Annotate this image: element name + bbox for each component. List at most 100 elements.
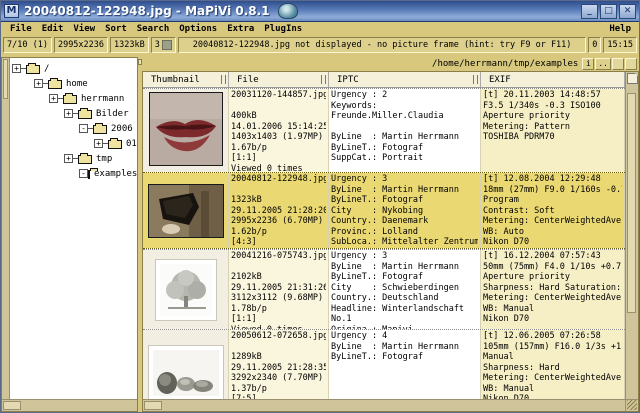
column-header-iptc[interactable]: IPTC bbox=[329, 72, 481, 87]
file-bpp: 1.37b/p bbox=[231, 383, 267, 394]
tree-expander-icon[interactable]: + bbox=[64, 109, 73, 118]
resize-grip-icon[interactable] bbox=[626, 399, 638, 411]
file-size: 400kB bbox=[231, 111, 257, 121]
picture-position-indicator: 7/10 (1) bbox=[3, 37, 52, 53]
exif-cell: [t] 12.06.2005 07:26:58 105mm (157mm) F1… bbox=[481, 330, 625, 399]
menu-plugins[interactable]: PlugIns bbox=[259, 24, 307, 34]
status-toolbar: 7/10 (1) 2995x2236 1323kB 3 20040812-122… bbox=[1, 35, 639, 57]
file-dimensions: 2995x2236 (6.70MP) bbox=[231, 216, 324, 226]
tree-item-2006[interactable]: - 2006 bbox=[10, 121, 137, 136]
menu-view[interactable]: View bbox=[68, 24, 100, 34]
tree-item-01[interactable]: + 01 bbox=[10, 136, 137, 151]
table-row[interactable]: 20031120-144857.jpg 400kB 14.01.2006 15:… bbox=[143, 88, 625, 172]
table-vertical-scrollbar[interactable] bbox=[625, 72, 638, 411]
thumbnail-winter-tree-photo[interactable] bbox=[154, 259, 217, 321]
iptc-cell: Urgency : 4 ByLine : Martin Herrmann ByL… bbox=[329, 330, 481, 399]
info-button[interactable]: i bbox=[582, 58, 595, 70]
iptc-cell: Urgency : 3 ByLine : Martin Herrmann ByL… bbox=[329, 250, 481, 329]
maximize-button[interactable]: □ bbox=[600, 3, 617, 19]
column-resize-grip[interactable] bbox=[321, 75, 326, 84]
path-extra-button[interactable] bbox=[625, 58, 637, 70]
main-area: + / + home + herrmann + Bilder - 2006 + … bbox=[1, 57, 639, 412]
thumb-count-value: 3 bbox=[154, 40, 160, 50]
color-swatch-icon[interactable] bbox=[161, 40, 172, 50]
thumbnail-cell[interactable] bbox=[143, 250, 229, 329]
file-name: 20050612-072658.jpg bbox=[231, 331, 326, 341]
file-name: 20031120-144857.jpg bbox=[231, 90, 326, 100]
column-resize-grip[interactable] bbox=[221, 75, 226, 84]
table-horizontal-scrollbar[interactable] bbox=[143, 399, 625, 411]
tree-item-tmp[interactable]: + tmp bbox=[10, 151, 137, 166]
column-resize-grip[interactable] bbox=[473, 75, 478, 84]
mapivi-window: M 20040812-122948.jpg - MaPiVi 0.8.1 _ □… bbox=[0, 0, 640, 413]
folder-icon bbox=[78, 108, 92, 119]
minimize-button[interactable]: _ bbox=[581, 3, 598, 19]
tree-item-home[interactable]: + home bbox=[10, 76, 137, 91]
file-dimensions: 3292x2340 (7.70MP) bbox=[231, 373, 324, 383]
tree-expander-icon[interactable]: - bbox=[79, 124, 88, 133]
exif-cell: [t] 16.12.2004 07:57:43 50mm (75mm) F4.0… bbox=[481, 250, 625, 329]
menu-help[interactable]: Help bbox=[605, 24, 635, 34]
file-info-cell: 20041216-075743.jpg 2102kB 29.11.2005 21… bbox=[229, 250, 329, 329]
tree-expander-icon[interactable]: - bbox=[79, 169, 88, 178]
close-button[interactable]: ✕ bbox=[619, 3, 636, 19]
tree-item-bilder[interactable]: + Bilder bbox=[10, 106, 137, 121]
file-viewed: Viewed 0 times bbox=[231, 163, 303, 173]
menu-file[interactable]: File bbox=[5, 24, 37, 34]
menu-options[interactable]: Options bbox=[174, 24, 222, 34]
folder-icon bbox=[108, 138, 122, 149]
table-row[interactable]: 20050612-072658.jpg 1289kB 29.11.2005 21… bbox=[143, 329, 625, 399]
file-size: 2102kB bbox=[231, 272, 262, 282]
column-header-thumbnail[interactable]: Thumbnail bbox=[143, 72, 229, 87]
tree-item-root[interactable]: + / bbox=[10, 61, 137, 76]
parent-dir-button[interactable]: .. bbox=[595, 58, 611, 70]
thumbnail-boat-photo[interactable] bbox=[147, 184, 224, 238]
file-viewed: Viewed 0 times bbox=[231, 248, 326, 249]
tree-expander-icon[interactable]: + bbox=[12, 64, 21, 73]
folder-icon bbox=[88, 168, 98, 179]
thumbnail-lips-photo[interactable] bbox=[148, 92, 223, 166]
menu-sort[interactable]: Sort bbox=[100, 24, 132, 34]
exif-cell: [t] 20.11.2003 14:48:57 F3.5 1/340s -0.3… bbox=[481, 89, 625, 172]
mapivi-logo-icon bbox=[277, 3, 298, 19]
tree-expander-icon[interactable]: + bbox=[64, 154, 73, 163]
sash-grip[interactable] bbox=[138, 59, 142, 65]
picture-dimensions-indicator: 2995x2236 bbox=[53, 37, 109, 53]
file-name: 20040812-122948.jpg bbox=[231, 174, 326, 184]
folder-icon bbox=[93, 123, 107, 134]
path-bar: /home/herrmann/tmp/examples i .. bbox=[142, 57, 639, 71]
menu-edit[interactable]: Edit bbox=[37, 24, 69, 34]
thumbnail-stones-photo[interactable] bbox=[147, 345, 224, 399]
menu-search[interactable]: Search bbox=[132, 24, 175, 34]
tree-expander-icon[interactable]: + bbox=[34, 79, 43, 88]
table-header: Thumbnail File IPTC EXIF bbox=[143, 72, 625, 88]
exif-cell: [t] 12.08.2004 12:29:48 18mm (27mm) F9.0… bbox=[481, 173, 625, 248]
menu-extra[interactable]: Extra bbox=[222, 24, 259, 34]
thumbnail-cell[interactable] bbox=[143, 330, 229, 399]
file-size: 1289kB bbox=[231, 352, 262, 362]
column-header-exif[interactable]: EXIF bbox=[481, 72, 625, 87]
table-row[interactable]: 20041216-075743.jpg 2102kB 29.11.2005 21… bbox=[143, 249, 625, 329]
iptc-cell: Urgency : 3 ByLine : Martin Herrmann ByL… bbox=[329, 173, 481, 248]
folder-icon bbox=[78, 153, 92, 164]
table-row-selected[interactable]: 20040812-122948.jpg 1323kB 29.11.2005 21… bbox=[143, 172, 625, 249]
panel-sash[interactable] bbox=[138, 57, 142, 412]
clock-display: 15:15 bbox=[603, 37, 637, 53]
scrollbar-thumb[interactable] bbox=[627, 93, 636, 313]
picture-filesize-indicator: 1323kB bbox=[110, 37, 149, 53]
path-extra-button[interactable] bbox=[612, 58, 624, 70]
tree-item-herrmann[interactable]: + herrmann bbox=[10, 91, 137, 106]
file-aspect: [1:1] bbox=[231, 153, 257, 163]
page-corner-icon bbox=[627, 73, 638, 84]
folder-icon bbox=[48, 78, 62, 89]
tree-expander-icon[interactable]: + bbox=[94, 139, 103, 148]
thumbnail-cell[interactable] bbox=[143, 173, 229, 248]
current-path: /home/herrmann/tmp/examples bbox=[432, 59, 579, 69]
column-header-file[interactable]: File bbox=[229, 72, 329, 87]
tree-vertical-scrollbar[interactable] bbox=[2, 58, 10, 399]
tree-horizontal-scrollbar[interactable] bbox=[2, 399, 137, 411]
folder-icon bbox=[26, 63, 40, 74]
tree-item-examples[interactable]: - examples bbox=[10, 166, 137, 181]
tree-expander-icon[interactable]: + bbox=[49, 94, 58, 103]
thumbnail-cell[interactable] bbox=[143, 89, 229, 172]
